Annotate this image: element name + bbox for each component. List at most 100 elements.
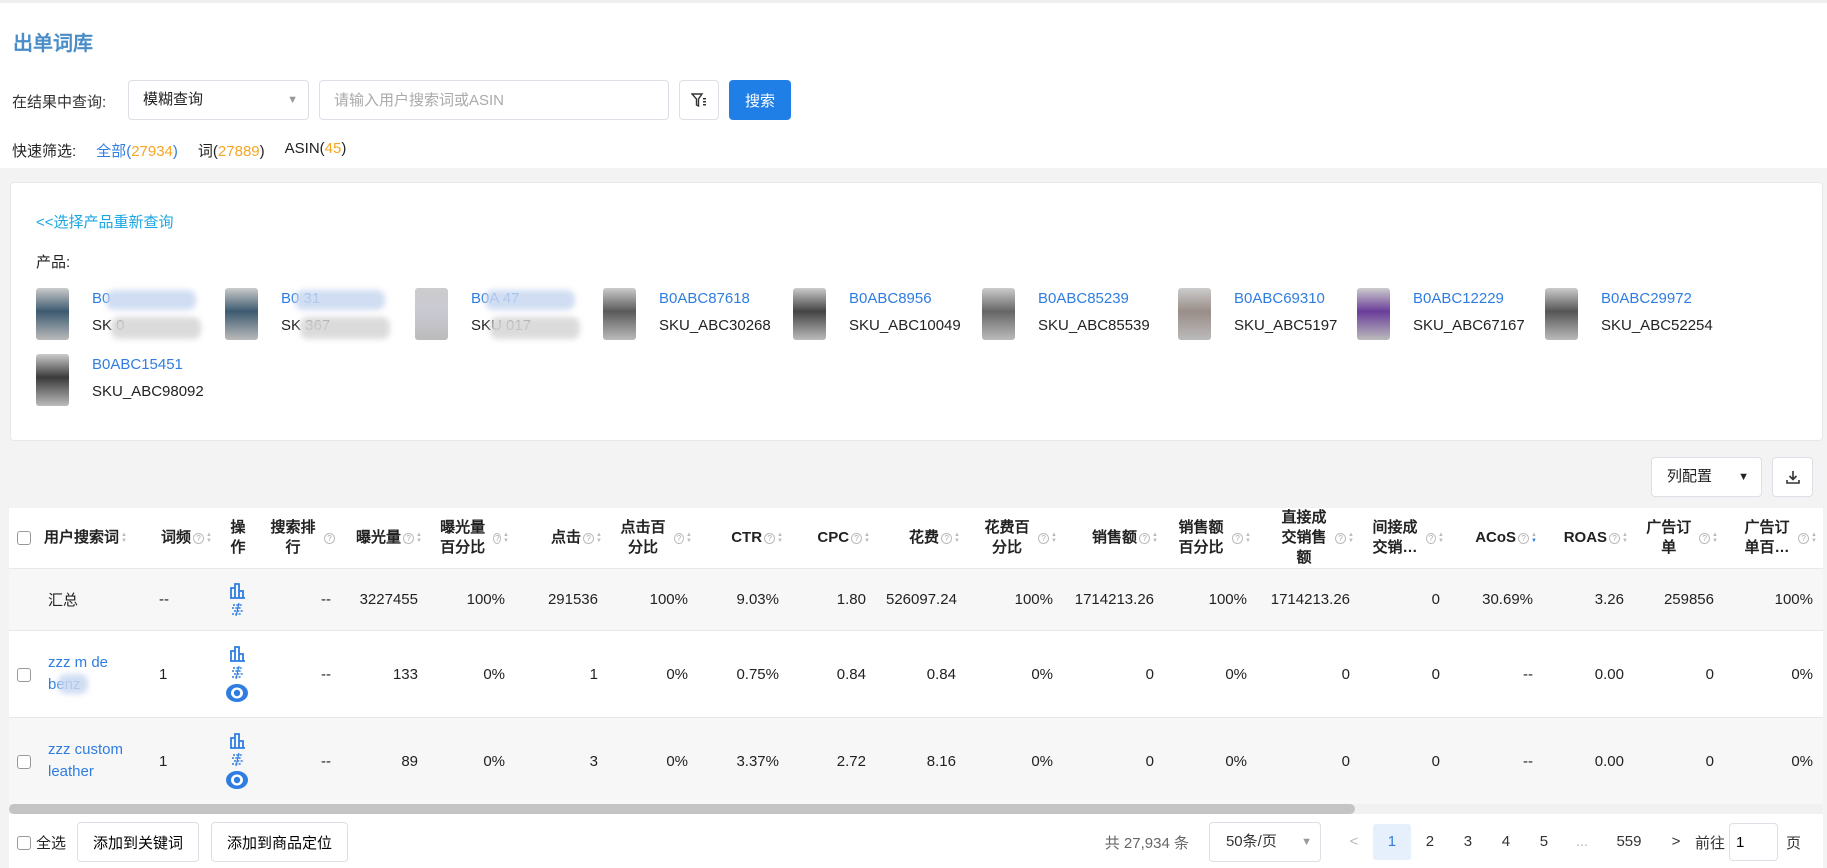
sort-icon[interactable]: ▲ ▼ — [1811, 532, 1817, 544]
sort-icon[interactable]: ▲ ▼ — [1152, 532, 1158, 544]
column-header[interactable]: 点击? ▲ ▼ — [515, 508, 608, 569]
help-icon[interactable]: ? — [851, 532, 863, 544]
help-icon[interactable]: ? — [583, 532, 595, 544]
column-header[interactable]: ROAS? ▲ ▼ — [1543, 508, 1634, 569]
eye-icon[interactable] — [225, 683, 249, 703]
product-item[interactable]: B0 SK 0 — [36, 288, 221, 340]
sort-icon[interactable]: ▲ ▼ — [686, 532, 692, 544]
sort-icon[interactable]: ▲ ▼ — [1712, 532, 1718, 544]
product-asin[interactable]: B0ABC12229 — [1413, 290, 1504, 307]
select-all[interactable]: 全选 — [17, 832, 66, 853]
sort-icon[interactable]: ▲ ▼ — [954, 532, 960, 544]
advanced-filter-button[interactable] — [679, 80, 719, 120]
download-button[interactable] — [1772, 457, 1813, 497]
page-last[interactable]: 559 — [1601, 824, 1657, 860]
goto-page-input[interactable] — [1728, 823, 1778, 861]
help-icon[interactable]: ? — [493, 532, 502, 544]
product-item[interactable]: B0ABC15451 SKU_ABC98092 — [36, 354, 221, 406]
row-checkbox[interactable] — [16, 754, 31, 769]
sort-icon[interactable]: ▲ ▼ — [503, 532, 509, 544]
more-pages[interactable]: ... — [1563, 824, 1601, 860]
page-3[interactable]: 3 — [1449, 824, 1487, 860]
help-icon[interactable]: ? — [403, 532, 415, 544]
product-item[interactable]: B0 31SK 367 — [225, 288, 410, 340]
page-1[interactable]: 1 — [1372, 824, 1411, 860]
column-header[interactable]: 广告订单? ▲ ▼ — [1634, 508, 1724, 569]
help-icon[interactable]: ? — [764, 532, 776, 544]
product-item[interactable]: B0ABC8956 SKU_ABC10049 — [793, 288, 978, 340]
bar-chart-icon[interactable] — [229, 582, 246, 599]
quick-filter-asin[interactable]: ASIN(45) — [285, 140, 347, 161]
sort-icon[interactable]: ▲ ▼ — [206, 532, 212, 544]
help-icon[interactable]: ? — [1518, 532, 1530, 544]
product-asin[interactable]: B0ABC87618 — [659, 290, 750, 307]
row-checkbox[interactable] — [16, 667, 31, 682]
bar-chart-icon[interactable] — [229, 732, 246, 749]
help-icon[interactable]: ? — [1798, 532, 1810, 544]
help-icon[interactable]: ? — [674, 532, 685, 544]
help-icon[interactable]: ? — [1426, 532, 1437, 544]
search-term-link[interactable]: zzz custom leather — [48, 739, 129, 783]
product-asin[interactable]: B0ABC29972 — [1601, 290, 1692, 307]
column-header[interactable]: CPC? ▲ ▼ — [789, 508, 876, 569]
product-asin[interactable]: B0ABC8956 — [849, 290, 932, 307]
column-header[interactable]: 曝光量百分比? ▲ ▼ — [428, 508, 515, 569]
search-input[interactable] — [319, 80, 669, 120]
column-header[interactable]: 点击百分比? ▲ ▼ — [608, 508, 698, 569]
column-header[interactable]: 曝光量? ▲ ▼ — [341, 508, 428, 569]
product-item[interactable]: B0ABC29972 SKU_ABC52254 — [1545, 288, 1730, 340]
help-icon[interactable]: ? — [1335, 532, 1347, 544]
header-select-all[interactable] — [9, 508, 38, 569]
trend-list-icon[interactable] — [230, 602, 245, 617]
trend-list-icon[interactable] — [230, 665, 245, 680]
add-to-keywords-button[interactable]: 添加到关键词 — [77, 822, 200, 862]
sort-icon[interactable]: ▲ ▼ — [1348, 532, 1354, 544]
column-header[interactable]: 销售额? ▲ ▼ — [1063, 508, 1164, 569]
product-item[interactable]: B0ABC12229 SKU_ABC67167 — [1357, 288, 1542, 340]
page-5[interactable]: 5 — [1525, 824, 1563, 860]
select-all-checkbox[interactable] — [17, 835, 31, 850]
column-header[interactable]: ACoS? ▲ ▼ — [1450, 508, 1543, 569]
product-asin[interactable]: B0ABC15451 — [92, 356, 183, 373]
horizontal-scrollbar[interactable] — [9, 804, 1823, 814]
search-button[interactable]: 搜索 — [729, 80, 791, 120]
sort-icon[interactable]: ▲ ▼ — [1245, 532, 1251, 544]
page-size-select[interactable]: 50条/页 ▼ — [1208, 822, 1321, 862]
help-icon[interactable]: ? — [324, 532, 335, 544]
reselect-product-link[interactable]: <<选择产品重新查询 — [36, 211, 174, 232]
product-asin[interactable]: B0ABC69310 — [1234, 290, 1325, 307]
sort-icon[interactable]: ▲ ▼ — [121, 532, 127, 544]
page-4[interactable]: 4 — [1487, 824, 1525, 860]
sort-icon[interactable]: ▲ ▼ — [416, 532, 422, 544]
column-header[interactable]: 花费百分比? ▲ ▼ — [966, 508, 1063, 569]
search-term-link[interactable]: zzz m de benz — [48, 652, 129, 696]
help-icon[interactable]: ? — [1038, 532, 1050, 544]
column-header[interactable]: 花费? ▲ ▼ — [876, 508, 966, 569]
help-icon[interactable]: ? — [1232, 532, 1244, 544]
column-header[interactable]: 用户搜索词 ▲ ▼ — [38, 508, 139, 569]
column-config-dropdown[interactable]: 列配置 ▼ — [1651, 457, 1762, 497]
bar-chart-icon[interactable] — [229, 645, 246, 662]
help-icon[interactable]: ? — [941, 532, 953, 544]
search-mode-select[interactable]: 模糊查询 ▼ — [128, 80, 309, 120]
scrollbar-thumb[interactable] — [9, 804, 1355, 814]
sort-icon[interactable]: ▲ ▼ — [1622, 532, 1628, 544]
trend-list-icon[interactable] — [230, 752, 245, 767]
column-header[interactable]: 广告订单百…? ▲ ▼ — [1724, 508, 1823, 569]
product-asin[interactable]: B0ABC85239 — [1038, 290, 1129, 307]
column-header[interactable]: 搜索排行? — [258, 508, 341, 569]
help-icon[interactable]: ? — [1139, 532, 1151, 544]
add-to-product-targeting-button[interactable]: 添加到商品定位 — [211, 822, 349, 862]
quick-filter-all[interactable]: 全部(27934) — [96, 140, 178, 161]
header-checkbox[interactable] — [16, 531, 31, 546]
eye-icon[interactable] — [225, 770, 249, 790]
quick-filter-word[interactable]: 词(27889) — [198, 140, 265, 161]
product-item[interactable]: B0ABC69310 SKU_ABC5197 — [1178, 288, 1363, 340]
sort-icon[interactable]: ▲ ▼ — [864, 532, 870, 544]
help-icon[interactable]: ? — [1699, 532, 1711, 544]
column-header[interactable]: 直接成交销售额? ▲ ▼ — [1257, 508, 1360, 569]
product-item[interactable]: B0ABC87618 SKU_ABC30268 — [603, 288, 788, 340]
page-2[interactable]: 2 — [1411, 824, 1449, 860]
product-item[interactable]: B0ABC85239 SKU_ABC85539 — [982, 288, 1167, 340]
sort-icon[interactable]: ▲ ▼ — [1438, 532, 1444, 544]
